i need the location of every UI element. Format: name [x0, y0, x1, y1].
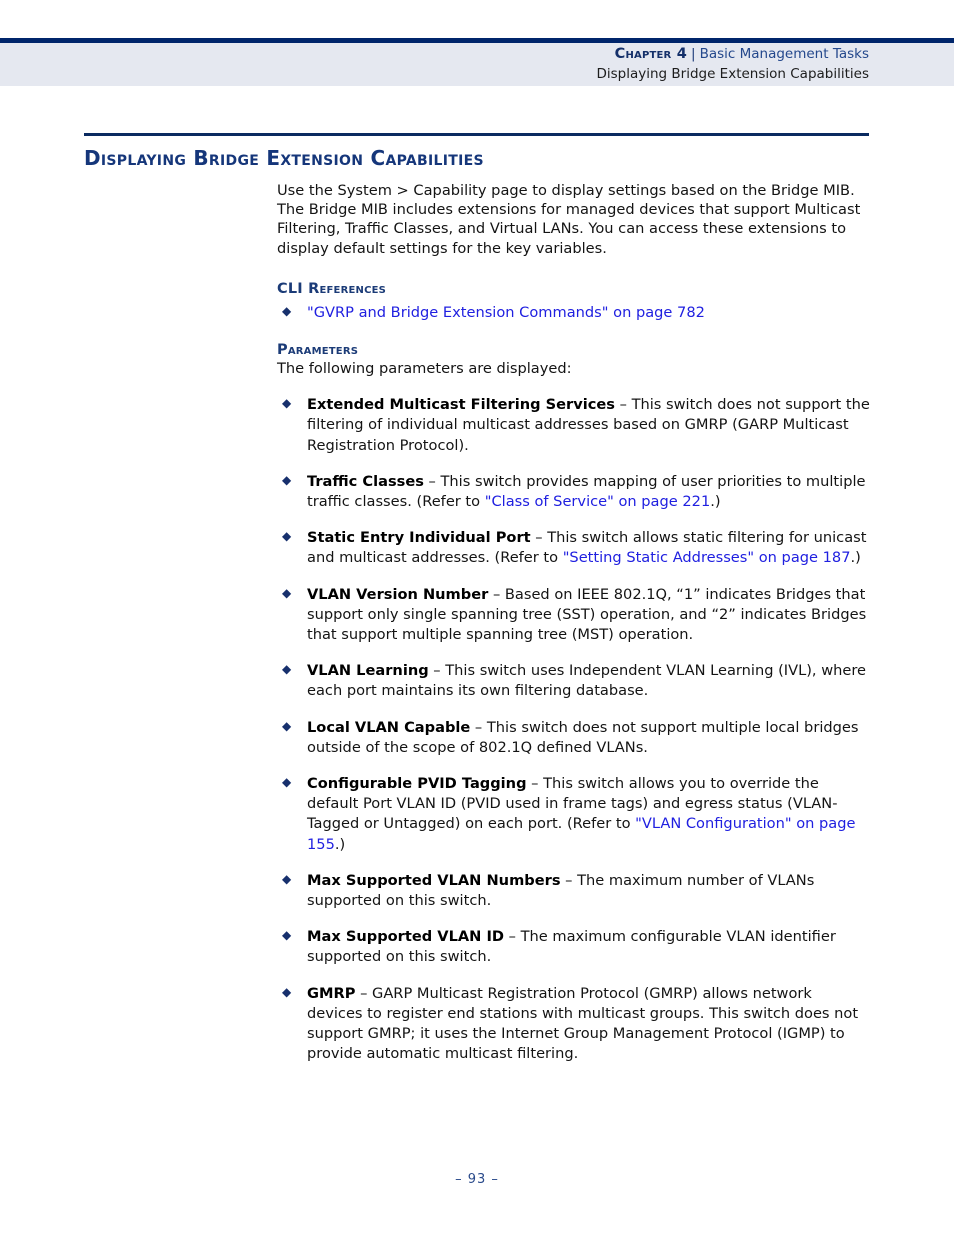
- cli-reference-item: ◆ "GVRP and Bridge Extension Commands" on…: [277, 302, 872, 322]
- parameter-dash: –: [428, 662, 446, 680]
- cli-reference-item-text: "GVRP and Bridge Extension Commands" on …: [307, 304, 705, 321]
- parameter-item-text: Extended Multicast Filtering Services – …: [307, 396, 870, 453]
- diamond-bullet-icon: ◆: [282, 472, 292, 487]
- parameter-item-text: Static Entry Individual Port – This swit…: [307, 529, 866, 566]
- section-header: Displaying Bridge Extension Capabilities: [84, 133, 869, 183]
- diamond-bullet-icon: ◆: [282, 662, 292, 677]
- header-separator: |: [691, 46, 696, 62]
- cli-references-heading: CLI References: [277, 280, 387, 297]
- page-footer: – 93 –: [0, 1172, 954, 1188]
- parameter-item: ◆ GMRP – GARP Multicast Registration Prot…: [277, 983, 872, 1064]
- parameter-item: ◆ Max Supported VLAN ID – The maximum con…: [277, 926, 872, 966]
- parameters-lead-in: The following parameters are displayed:: [277, 360, 572, 378]
- cross-reference-link[interactable]: "Class of Service" on page 221: [485, 493, 711, 510]
- cross-reference-link[interactable]: "GVRP and Bridge Extension Commands" on …: [307, 304, 705, 321]
- parameter-dash: –: [560, 871, 578, 889]
- parameter-item: ◆ Traffic Classes – This switch provides …: [277, 471, 872, 511]
- parameter-dash: –: [355, 984, 373, 1002]
- parameter-term: Static Entry Individual Port: [307, 529, 531, 547]
- parameter-term: GMRP: [307, 984, 356, 1002]
- parameter-item: ◆ Configurable PVID Tagging – This switch…: [277, 773, 872, 854]
- diamond-bullet-icon: ◆: [282, 928, 292, 943]
- header-chapter-name: Basic Management Tasks: [699, 46, 869, 62]
- parameter-description-tail: .): [334, 835, 346, 853]
- parameter-dash: –: [526, 775, 544, 793]
- cli-references-list: ◆ "GVRP and Bridge Extension Commands" on…: [277, 302, 872, 322]
- header-chapter-label: Chapter 4: [614, 46, 687, 62]
- parameter-dash: –: [530, 529, 548, 547]
- page-title: Displaying Bridge Extension Capabilities: [84, 146, 484, 170]
- page-number: – 93 –: [455, 1172, 499, 1187]
- diamond-bullet-icon: ◆: [282, 396, 292, 411]
- parameter-item: ◆ Extended Multicast Filtering Services –…: [277, 394, 872, 455]
- parameter-term: VLAN Learning: [307, 662, 429, 680]
- header-band: Chapter 4 | Basic Management Tasks Display…: [0, 43, 954, 86]
- parameter-item: ◆ VLAN Learning – This switch uses Indepe…: [277, 660, 872, 700]
- cross-reference-link[interactable]: "Setting Static Addresses" on page 187: [563, 549, 851, 566]
- parameter-term: Traffic Classes: [307, 472, 424, 490]
- diamond-bullet-icon: ◆: [282, 775, 292, 790]
- parameter-dash: –: [504, 928, 521, 946]
- parameter-dash: –: [470, 718, 487, 736]
- running-header: Chapter 4 | Basic Management Tasks Display…: [0, 38, 954, 86]
- parameter-description-tail: .): [850, 549, 861, 567]
- parameter-dash: –: [488, 585, 505, 603]
- diamond-bullet-icon: ◆: [282, 871, 292, 886]
- parameter-dash: –: [614, 396, 632, 414]
- parameter-description: GARP Multicast Registration Protocol (GM…: [307, 984, 859, 1063]
- parameter-item-text: VLAN Version Number – Based on IEEE 802.…: [307, 586, 866, 643]
- parameter-item-text: Max Supported VLAN Numbers – The maximum…: [307, 872, 814, 909]
- parameter-description-tail: .): [710, 493, 721, 511]
- parameter-term: VLAN Version Number: [307, 585, 489, 603]
- diamond-bullet-icon: ◆: [282, 984, 292, 999]
- parameter-term: Max Supported VLAN ID: [307, 928, 505, 946]
- parameter-item: ◆ Max Supported VLAN Numbers – The maximu…: [277, 870, 872, 910]
- parameter-item-text: Max Supported VLAN ID – The maximum conf…: [307, 928, 836, 965]
- header-section-name: Displaying Bridge Extension Capabilities: [596, 66, 869, 82]
- parameter-item-text: GMRP – GARP Multicast Registration Proto…: [307, 985, 858, 1063]
- parameters-list: ◆ Extended Multicast Filtering Services –…: [277, 394, 872, 1063]
- parameter-item: ◆ VLAN Version Number – Based on IEEE 802…: [277, 584, 872, 645]
- parameter-dash: –: [423, 472, 441, 490]
- diamond-bullet-icon: ◆: [282, 585, 292, 600]
- parameter-term: Max Supported VLAN Numbers: [307, 871, 561, 889]
- parameter-item-text: Configurable PVID Tagging – This switch …: [307, 775, 855, 853]
- parameter-term: Local VLAN Capable: [307, 718, 471, 736]
- diamond-bullet-icon: ◆: [282, 718, 292, 733]
- section-divider-rule: [84, 133, 869, 136]
- parameter-item-text: Traffic Classes – This switch provides m…: [307, 473, 866, 510]
- parameter-item-text: VLAN Learning – This switch uses Indepen…: [307, 662, 866, 699]
- parameter-item: ◆ Static Entry Individual Port – This swi…: [277, 527, 872, 567]
- intro-paragraph: Use the System > Capability page to disp…: [277, 182, 861, 257]
- header-chapter-line: Chapter 4 | Basic Management Tasks: [0, 43, 869, 65]
- parameters-heading: Parameters: [277, 342, 359, 359]
- body-column: Use the System > Capability page to disp…: [277, 181, 872, 1064]
- diamond-bullet-icon: ◆: [282, 529, 292, 544]
- parameter-item-text: Local VLAN Capable – This switch does no…: [307, 719, 859, 756]
- parameter-item: ◆ Local VLAN Capable – This switch does n…: [277, 717, 872, 757]
- parameter-term: Extended Multicast Filtering Services: [307, 396, 615, 414]
- diamond-bullet-icon: ◆: [282, 303, 292, 318]
- parameter-term: Configurable PVID Tagging: [307, 775, 527, 793]
